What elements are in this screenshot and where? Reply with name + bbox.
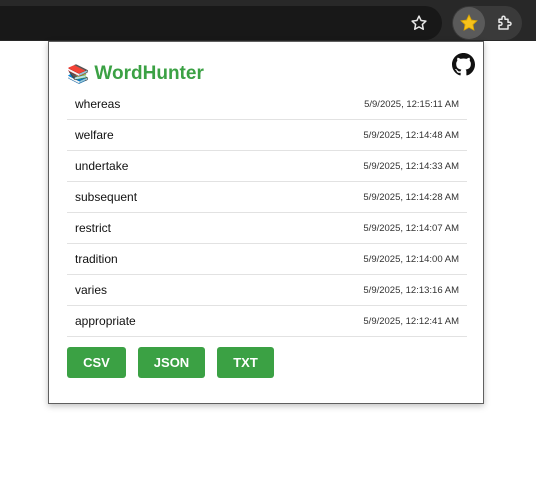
word-timestamp: 5/9/2025, 12:15:11 AM <box>364 98 459 110</box>
list-item: tradition 5/9/2025, 12:14:00 AM <box>67 244 467 275</box>
export-buttons: CSV JSON TXT <box>67 347 286 378</box>
app-title: WordHunter <box>94 63 204 84</box>
export-json-button[interactable]: JSON <box>138 347 205 378</box>
github-icon[interactable] <box>452 53 475 76</box>
list-item: restrict 5/9/2025, 12:14:07 AM <box>67 213 467 244</box>
word-text: tradition <box>75 252 118 266</box>
popup-header: 📚 WordHunter <box>67 62 204 86</box>
word-text: subsequent <box>75 190 138 204</box>
word-text: appropriate <box>75 314 136 328</box>
word-timestamp: 5/9/2025, 12:14:00 AM <box>363 253 459 265</box>
word-text: restrict <box>75 221 111 235</box>
word-text: whereas <box>75 97 121 111</box>
word-timestamp: 5/9/2025, 12:14:28 AM <box>363 191 459 203</box>
puzzle-icon[interactable] <box>490 8 520 38</box>
word-text: welfare <box>75 128 114 142</box>
address-bar[interactable] <box>0 6 442 40</box>
star-filled-icon[interactable] <box>453 7 485 39</box>
list-item: varies 5/9/2025, 12:13:16 AM <box>67 275 467 306</box>
word-text: varies <box>75 283 108 297</box>
star-outline-icon[interactable] <box>405 11 433 35</box>
word-timestamp: 5/9/2025, 12:13:16 AM <box>363 284 459 296</box>
word-timestamp: 5/9/2025, 12:12:41 AM <box>363 315 459 327</box>
list-item: undertake 5/9/2025, 12:14:33 AM <box>67 151 467 182</box>
list-item: whereas 5/9/2025, 12:15:11 AM <box>67 89 467 120</box>
word-timestamp: 5/9/2025, 12:14:07 AM <box>363 222 459 234</box>
export-txt-button[interactable]: TXT <box>217 347 274 378</box>
browser-toolbar <box>0 0 536 41</box>
word-text: undertake <box>75 159 129 173</box>
word-timestamp: 5/9/2025, 12:14:33 AM <box>363 160 459 172</box>
list-item: subsequent 5/9/2025, 12:14:28 AM <box>67 182 467 213</box>
wordhunter-popup: 📚 WordHunter whereas 5/9/2025, 12:15:11 … <box>48 41 484 404</box>
list-item: appropriate 5/9/2025, 12:12:41 AM <box>67 306 467 337</box>
books-icon: 📚 <box>67 64 90 84</box>
word-timestamp: 5/9/2025, 12:14:48 AM <box>363 129 459 141</box>
word-list: whereas 5/9/2025, 12:15:11 AM welfare 5/… <box>67 89 467 337</box>
list-item: welfare 5/9/2025, 12:14:48 AM <box>67 120 467 151</box>
export-csv-button[interactable]: CSV <box>67 347 126 378</box>
